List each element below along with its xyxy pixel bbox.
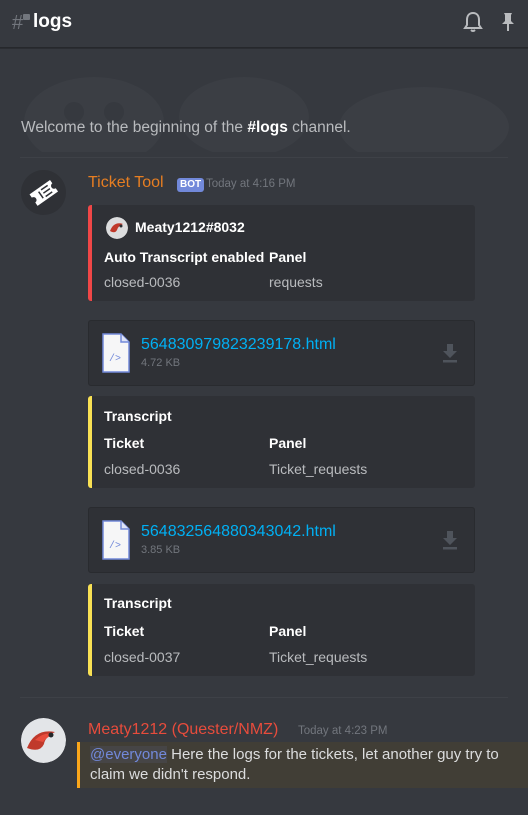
embed-title: Transcript — [104, 595, 172, 611]
user-avatar[interactable] — [21, 718, 66, 763]
message-timestamp: Today at 4:16 PM — [206, 178, 296, 190]
svg-text:/>: /> — [109, 540, 121, 552]
text-channel-hash-icon: # — [12, 12, 30, 34]
channel-title: logs — [33, 11, 73, 32]
embed-field-value: closed-0036 — [104, 461, 181, 477]
svg-text:#: # — [12, 12, 24, 34]
file-code-icon: /> — [102, 520, 130, 560]
ticket-icon — [29, 180, 59, 206]
embed-field-name: Panel — [269, 249, 307, 265]
divider — [20, 697, 508, 698]
embed-field-name: Panel — [269, 435, 307, 451]
embed-author-avatar — [106, 217, 128, 239]
file-attachment: /> 564832564880343042.html 3.85 KB — [88, 507, 475, 573]
ticket-tool-avatar[interactable] — [21, 170, 66, 215]
embed-field-value: Ticket_requests — [269, 649, 368, 665]
download-icon[interactable] — [439, 341, 461, 365]
embed-field-name: Auto Transcript enabled — [104, 249, 265, 265]
embed-field-name: Ticket — [104, 623, 145, 639]
download-icon[interactable] — [439, 528, 461, 552]
embed-transcript: Transcript Ticket closed-0036 Panel Tick… — [88, 396, 475, 488]
embed-author-name: Meaty1212#8032 — [135, 219, 245, 235]
file-size: 4.72 KB — [141, 357, 181, 369]
message-author-user[interactable]: Meaty1212 (Quester/NMZ) — [88, 721, 278, 739]
divider — [20, 157, 508, 158]
embed-field-value: requests — [269, 274, 323, 290]
embed-title: Transcript — [104, 408, 172, 424]
embed-auto-transcript: Meaty1212#8032 Auto Transcript enabled c… — [88, 205, 475, 301]
svg-text:/>: /> — [109, 353, 121, 365]
embed-field-value: closed-0037 — [104, 649, 181, 665]
file-attachment: /> 564830979823239178.html 4.72 KB — [88, 320, 475, 386]
bot-badge: BOT — [177, 178, 205, 192]
channel-header: # logs — [0, 0, 528, 48]
bell-icon[interactable] — [461, 10, 485, 34]
embed-field-name: Panel — [269, 623, 307, 639]
file-link[interactable]: 564832564880343042.html — [141, 523, 336, 541]
embed-field-name: Ticket — [104, 435, 145, 451]
embed-field-value: closed-0036 — [104, 274, 181, 290]
embed-transcript: Transcript Ticket closed-0037 Panel Tick… — [88, 584, 475, 676]
embed-field-value: Ticket_requests — [269, 461, 368, 477]
welcome-message: Welcome to the beginning of the #logs ch… — [21, 119, 351, 136]
pin-icon[interactable] — [496, 10, 520, 34]
everyone-mention[interactable]: @everyone — [90, 746, 167, 763]
file-code-icon: /> — [102, 333, 130, 373]
message-author-ticket-tool[interactable]: Ticket Tool — [88, 174, 164, 192]
message-content: @everyone Here the logs for the tickets,… — [90, 746, 499, 783]
welcome-background-art — [24, 77, 509, 152]
mention-message: @everyone Here the logs for the tickets,… — [77, 742, 528, 788]
file-size: 3.85 KB — [141, 544, 181, 556]
file-link[interactable]: 564830979823239178.html — [141, 336, 336, 354]
message-timestamp: Today at 4:23 PM — [298, 725, 388, 737]
avatar-image — [21, 718, 66, 763]
